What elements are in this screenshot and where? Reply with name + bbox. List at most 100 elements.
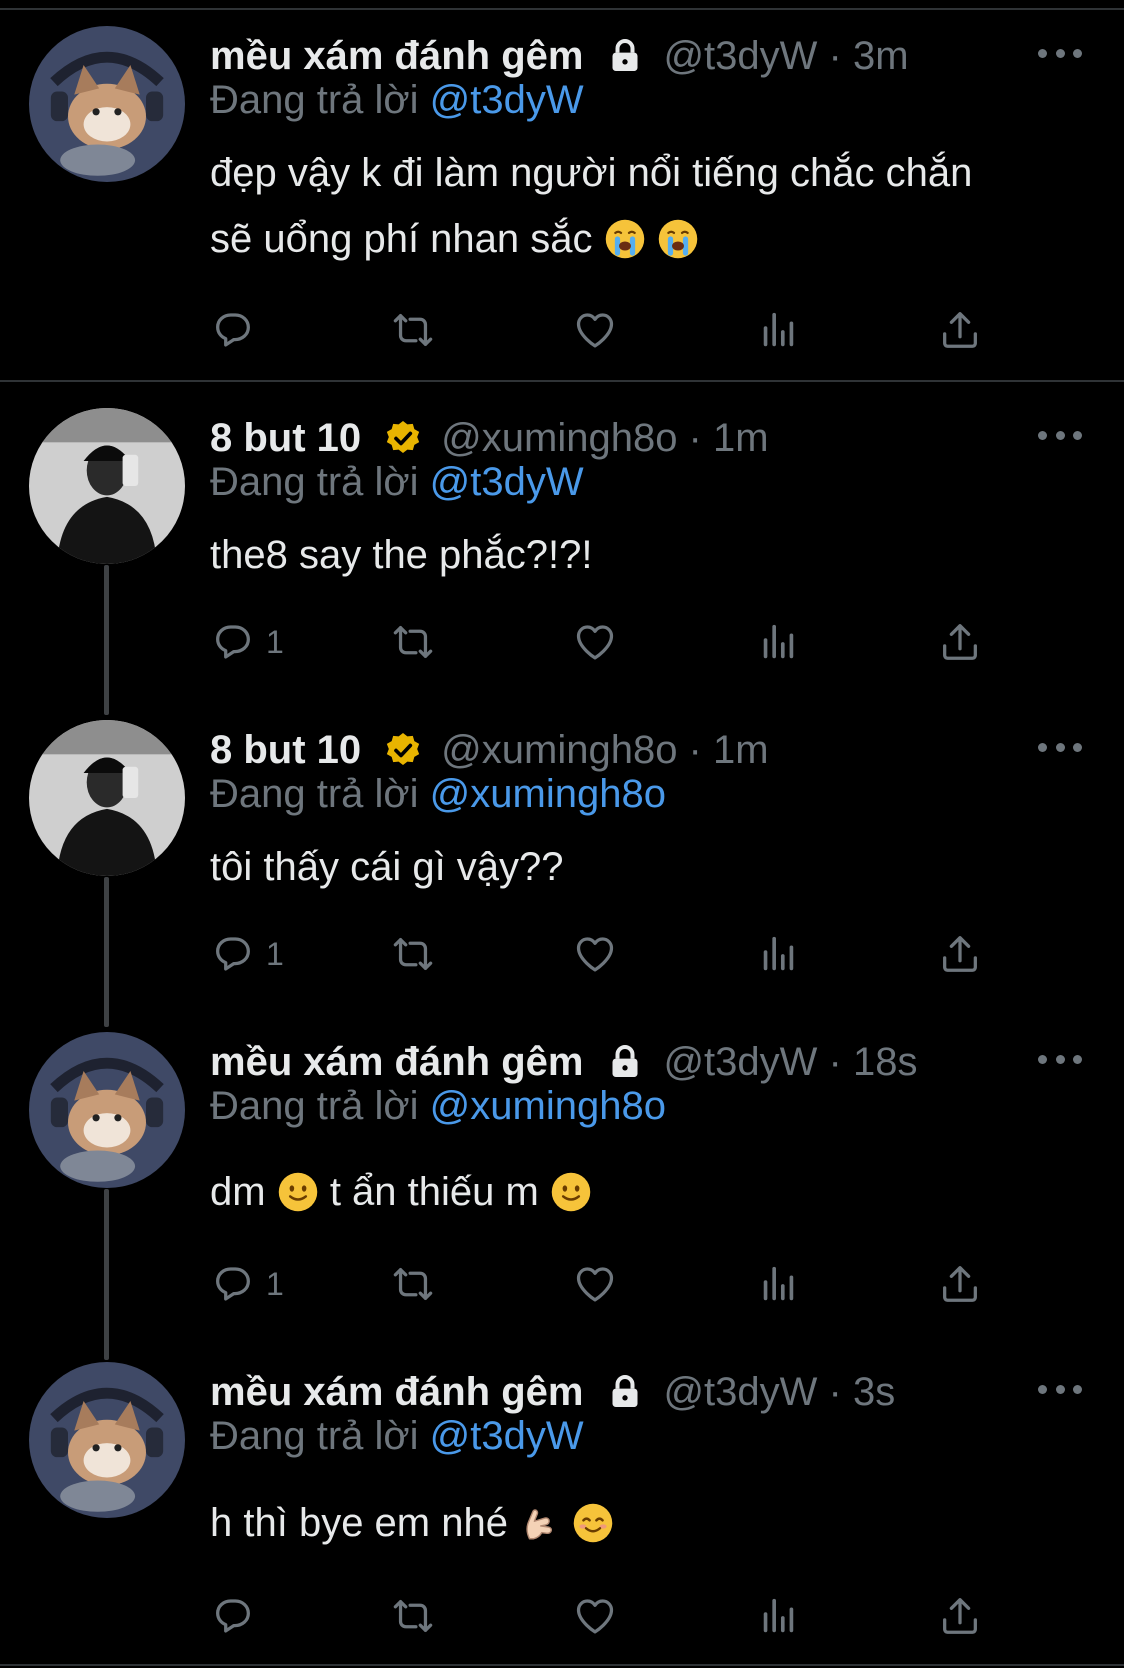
like-button[interactable] xyxy=(572,302,618,358)
cat-avatar-image xyxy=(29,1362,185,1518)
reply-button[interactable]: 1 xyxy=(210,614,284,670)
more-icon[interactable] xyxy=(1038,1044,1082,1074)
reply-button[interactable]: 1 xyxy=(210,926,284,982)
more-icon[interactable] xyxy=(1038,420,1082,450)
tweet-text: h thì bye em nhé xyxy=(210,1490,1080,1556)
reply-button[interactable]: 1 xyxy=(210,1256,284,1312)
action-bar: 1 xyxy=(210,1256,1000,1312)
pinching-hand-emoji xyxy=(519,1502,561,1544)
handle-and-time[interactable]: @t3dyW · 18s xyxy=(663,1040,917,1085)
analytics-icon xyxy=(755,931,801,977)
reply-count: 1 xyxy=(266,623,284,660)
mention-link[interactable]: @t3dyW xyxy=(430,1414,584,1458)
share-button[interactable] xyxy=(937,302,983,358)
retweet-button[interactable] xyxy=(390,1588,436,1644)
reply-icon xyxy=(210,307,256,353)
person-avatar-image xyxy=(29,408,185,564)
retweet-button[interactable] xyxy=(390,302,436,358)
avatar[interactable] xyxy=(29,26,185,182)
display-name[interactable]: 8 but 10 xyxy=(210,728,361,773)
analytics-button[interactable] xyxy=(755,614,801,670)
retweet-button[interactable] xyxy=(390,926,436,982)
share-button[interactable] xyxy=(937,1588,983,1644)
lock-icon xyxy=(605,1042,645,1082)
share-icon xyxy=(937,1593,983,1639)
avatar[interactable] xyxy=(29,408,185,564)
handle-and-time[interactable]: @xumingh8o · 1m xyxy=(441,416,768,461)
replying-to: Đang trả lời @xumingh8o xyxy=(210,772,666,817)
tweet-divider xyxy=(0,380,1124,382)
analytics-button[interactable] xyxy=(755,1588,801,1644)
share-button[interactable] xyxy=(937,614,983,670)
lock-icon xyxy=(605,1372,645,1412)
mention-link[interactable]: @xumingh8o xyxy=(430,1084,666,1128)
retweet-icon xyxy=(390,307,436,353)
avatar[interactable] xyxy=(29,1362,185,1518)
retweet-button[interactable] xyxy=(390,614,436,670)
more-icon[interactable] xyxy=(1038,1374,1082,1404)
like-button[interactable] xyxy=(572,1588,618,1644)
retweet-icon xyxy=(390,1593,436,1639)
avatar[interactable] xyxy=(29,720,185,876)
slightly-smiling-face-emoji xyxy=(277,1171,319,1213)
display-name[interactable]: mều xám đánh gêm xyxy=(210,1040,583,1085)
bottom-divider xyxy=(0,1664,1124,1666)
share-icon xyxy=(937,619,983,665)
replying-prefix: Đang trả lời xyxy=(210,1084,419,1128)
smiling-face-emoji xyxy=(572,1502,614,1544)
analytics-icon xyxy=(755,1261,801,1307)
handle-and-time[interactable]: @t3dyW · 3m xyxy=(663,34,908,79)
mention-link[interactable]: @t3dyW xyxy=(430,78,584,122)
tweet-text-line: h thì bye em nhé xyxy=(210,1490,1080,1556)
verified-badge-icon xyxy=(383,418,423,458)
like-icon xyxy=(572,307,618,353)
retweet-button[interactable] xyxy=(390,1256,436,1312)
thread-connector-line xyxy=(104,565,109,715)
thread-connector-line xyxy=(104,877,109,1027)
like-button[interactable] xyxy=(572,926,618,982)
verified-badge-icon xyxy=(383,730,423,770)
cat-avatar-image xyxy=(29,1032,185,1188)
handle-and-time[interactable]: @xumingh8o · 1m xyxy=(441,728,768,773)
tweet-text: the8 say the phắc?!?! xyxy=(210,522,1080,588)
replying-prefix: Đang trả lời xyxy=(210,772,419,816)
cat-avatar-image xyxy=(29,26,185,182)
display-name[interactable]: mều xám đánh gêm xyxy=(210,34,583,79)
reply-icon xyxy=(210,1261,256,1307)
analytics-button[interactable] xyxy=(755,1256,801,1312)
action-bar xyxy=(210,302,1000,358)
tweet-text-line: dm t ẩn thiếu m xyxy=(210,1159,1080,1225)
more-icon[interactable] xyxy=(1038,38,1082,68)
display-name[interactable]: 8 but 10 xyxy=(210,416,361,461)
reply-button[interactable] xyxy=(210,302,266,358)
handle-and-time[interactable]: @t3dyW · 3s xyxy=(663,1370,895,1415)
tweet-text: đẹp vậy k đi làm người nổi tiếng chắc ch… xyxy=(210,140,1080,272)
display-name[interactable]: mều xám đánh gêm xyxy=(210,1370,583,1415)
top-divider xyxy=(0,8,1124,10)
avatar[interactable] xyxy=(29,1032,185,1188)
mention-link[interactable]: @xumingh8o xyxy=(430,772,666,816)
lock-icon xyxy=(605,36,645,76)
like-icon xyxy=(572,931,618,977)
share-button[interactable] xyxy=(937,926,983,982)
share-button[interactable] xyxy=(937,1256,983,1312)
analytics-icon xyxy=(755,619,801,665)
tweet-text-line: đẹp vậy k đi làm người nổi tiếng chắc ch… xyxy=(210,151,973,195)
analytics-button[interactable] xyxy=(755,926,801,982)
retweet-icon xyxy=(390,931,436,977)
action-bar xyxy=(210,1588,1000,1644)
analytics-icon xyxy=(755,307,801,353)
like-button[interactable] xyxy=(572,1256,618,1312)
like-icon xyxy=(572,1261,618,1307)
like-button[interactable] xyxy=(572,614,618,670)
replying-to: Đang trả lời @t3dyW xyxy=(210,1414,584,1459)
replying-prefix: Đang trả lời xyxy=(210,1414,419,1458)
more-icon[interactable] xyxy=(1038,732,1082,762)
analytics-button[interactable] xyxy=(755,302,801,358)
reply-button[interactable] xyxy=(210,1588,266,1644)
replying-to: Đang trả lời @t3dyW xyxy=(210,78,584,123)
action-bar: 1 xyxy=(210,614,1000,670)
replying-prefix: Đang trả lời xyxy=(210,78,419,122)
loudly-crying-face-emoji xyxy=(604,218,646,260)
mention-link[interactable]: @t3dyW xyxy=(430,460,584,504)
